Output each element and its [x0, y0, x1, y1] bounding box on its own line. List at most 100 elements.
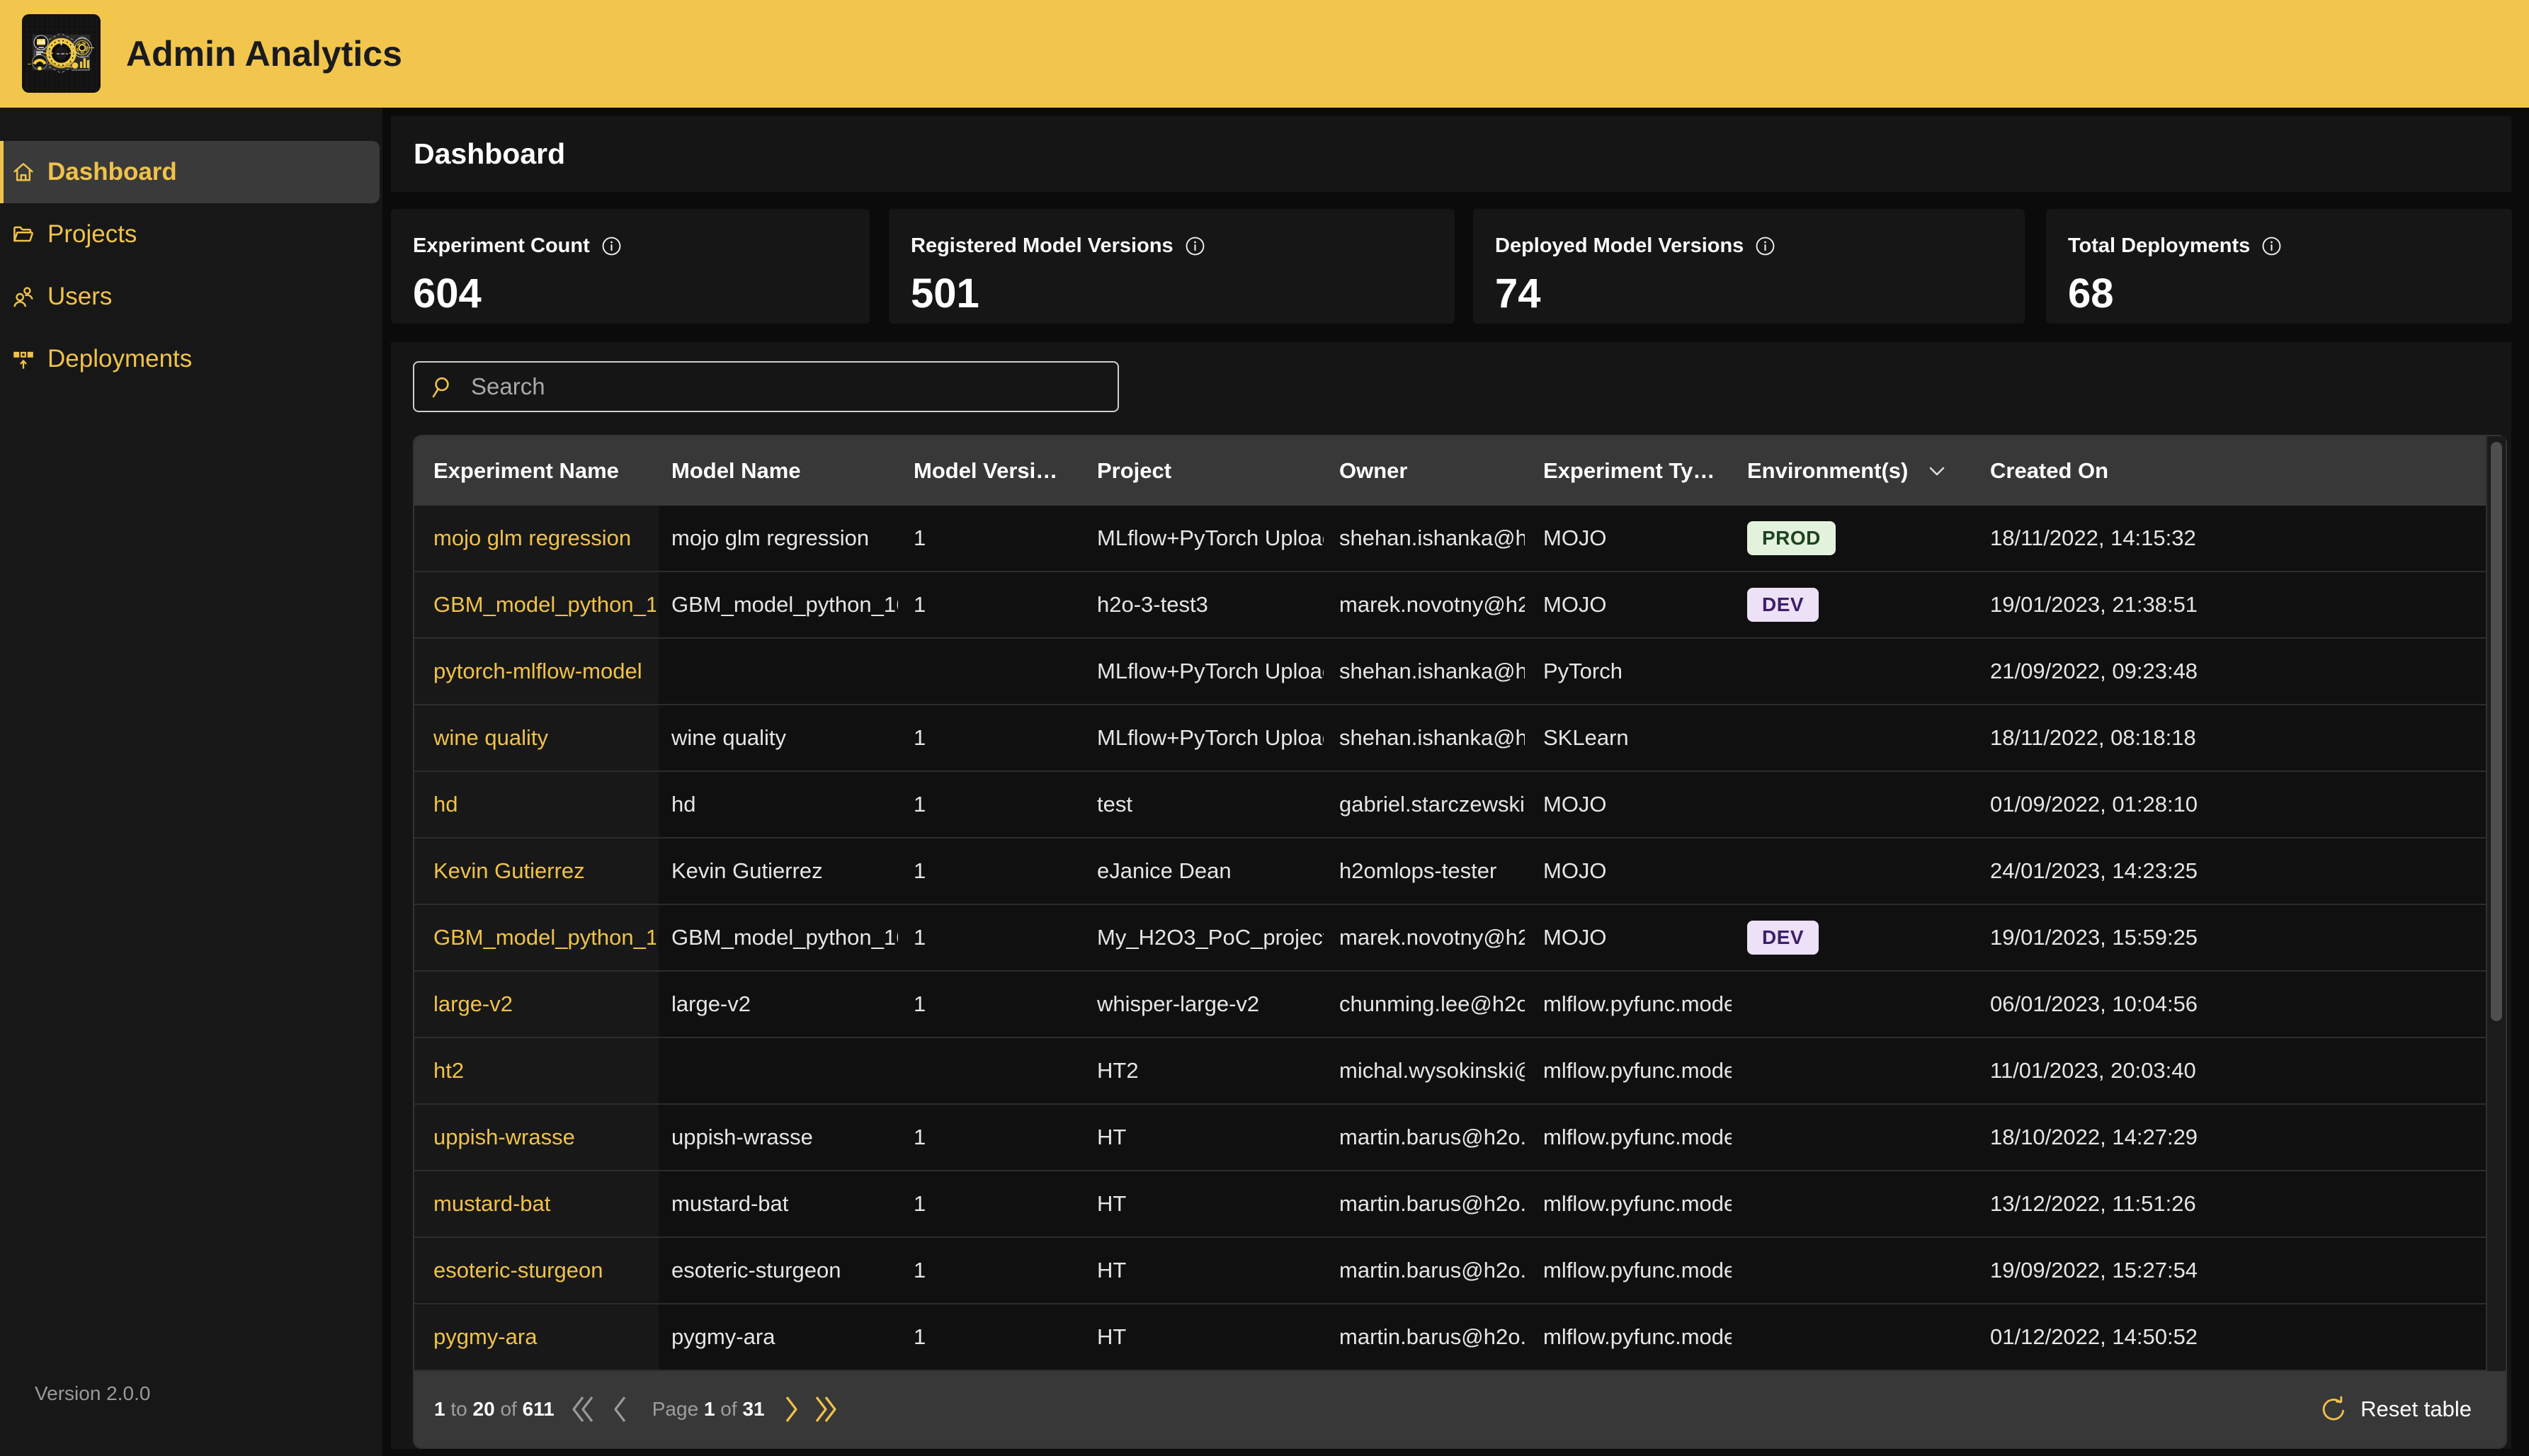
model-version-cell: 1 — [914, 525, 1097, 551]
experiment-name-link[interactable]: large-v2 — [433, 991, 671, 1017]
table-row: mustard-batmustard-bat1HTmartin.barus@h2… — [414, 1171, 2486, 1238]
info-icon[interactable] — [602, 237, 621, 256]
created-on-cell: 01/12/2022, 14:50:52 — [1990, 1324, 2486, 1350]
owner-cell: shehan.ishanka@h2o.ai — [1339, 525, 1543, 551]
model-version-cell: 1 — [914, 858, 1097, 884]
environments-cell: PROD — [1747, 521, 1990, 555]
previous-page-button[interactable] — [613, 1393, 627, 1426]
stat-card-registered-model-versions: Registered Model Versions501 — [889, 209, 1455, 324]
model-name-cell: hd — [671, 792, 914, 817]
next-page-button[interactable] — [785, 1393, 799, 1426]
owner-cell: michal.wysokinski@h2o.ai — [1339, 1058, 1543, 1084]
experiment-name-link[interactable]: hd — [433, 792, 671, 817]
last-page-button[interactable] — [814, 1393, 837, 1426]
sidebar-item-label: Dashboard — [47, 158, 177, 186]
environments-cell: DEV — [1747, 921, 1990, 955]
stat-card-deployed-model-versions: Deployed Model Versions74 — [1473, 209, 2025, 324]
owner-cell: gabriel.starczewski@h2o.ai — [1339, 792, 1543, 817]
column-header-project[interactable]: Project — [1097, 458, 1339, 484]
rows-range: 1 to 20 of 611 — [434, 1398, 555, 1421]
experiment-name-link[interactable]: ht2 — [433, 1058, 671, 1084]
sidebar: Dashboard Projects Users Deployments Versio… — [0, 108, 382, 1456]
table-row: large-v2large-v21whisper-large-v2chunmin… — [414, 972, 2486, 1038]
stat-label: Deployed Model Versions — [1495, 234, 2025, 258]
column-header-created-on[interactable]: Created On — [1990, 458, 2486, 484]
search-box[interactable] — [413, 361, 1119, 412]
experiment-name-link[interactable]: mojo glm regression — [433, 525, 671, 551]
experiment-name-link[interactable]: mustard-bat — [433, 1191, 671, 1217]
project-cell: eJanice Dean — [1097, 858, 1339, 884]
stat-value: 68 — [2068, 270, 2512, 317]
experiment-name-link[interactable]: Kevin Gutierrez — [433, 858, 671, 884]
stat-label: Total Deployments — [2068, 234, 2512, 258]
app-title: Admin Analytics — [126, 0, 402, 108]
project-cell: HT — [1097, 1258, 1339, 1283]
stat-label-text: Registered Model Versions — [911, 234, 1173, 258]
experiment-name-link[interactable]: pygmy-ara — [433, 1324, 671, 1350]
experiment-type-cell: mlflow.pyfunc.model — [1543, 1058, 1747, 1084]
column-header-model-versi[interactable]: Model Versi… — [914, 458, 1097, 484]
app-logo — [22, 14, 101, 93]
model-name-cell: mojo glm regression — [671, 525, 914, 551]
owner-cell: martin.barus@h2o.ai — [1339, 1258, 1543, 1283]
reset-table-button[interactable]: Reset table — [2319, 1395, 2472, 1423]
model-version-cell: 1 — [914, 1191, 1097, 1217]
owner-cell: h2omlops-tester — [1339, 858, 1543, 884]
info-icon[interactable] — [2262, 237, 2281, 256]
experiment-name-link[interactable]: esoteric-sturgeon — [433, 1258, 671, 1283]
experiment-type-cell: MOJO — [1543, 525, 1747, 551]
model-version-cell: 1 — [914, 592, 1097, 618]
sidebar-item-users[interactable]: Users — [0, 266, 380, 328]
created-on-cell: 19/01/2023, 15:59:25 — [1990, 925, 2486, 950]
users-icon — [13, 286, 34, 307]
experiment-type-cell: MOJO — [1543, 792, 1747, 817]
table-body: mojo glm regressionmojo glm regression1M… — [414, 506, 2486, 1371]
model-name-cell: GBM_model_python_1674 — [671, 925, 914, 950]
column-header-owner[interactable]: Owner — [1339, 458, 1543, 484]
stat-label-text: Total Deployments — [2068, 234, 2250, 258]
column-header-model-name[interactable]: Model Name — [671, 458, 914, 484]
stat-value: 604 — [413, 270, 870, 317]
project-cell: MLflow+PyTorch Upload test — [1097, 525, 1339, 551]
experiment-name-link[interactable]: uppish-wrasse — [433, 1125, 671, 1150]
model-name-cell: wine quality — [671, 725, 914, 751]
table-row: Kevin GutierrezKevin Gutierrez1eJanice D… — [414, 838, 2486, 905]
table-row: pygmy-arapygmy-ara1HTmartin.barus@h2o.ai… — [414, 1304, 2486, 1371]
table-header: Experiment NameModel NameModel Versi…Pro… — [414, 436, 2486, 506]
table-row: mojo glm regressionmojo glm regression1M… — [414, 506, 2486, 572]
sidebar-item-deployments[interactable]: Deployments — [0, 328, 380, 390]
info-icon[interactable] — [1756, 237, 1775, 256]
sidebar-item-label: Users — [47, 283, 112, 311]
experiment-name-link[interactable]: pytorch-mlflow-model — [433, 659, 671, 684]
table-row: hdhd1testgabriel.starczewski@h2o.aiMOJO0… — [414, 772, 2486, 838]
environment-badge-prod: PROD — [1747, 521, 1836, 555]
experiment-type-cell: mlflow.pyfunc.model — [1543, 1191, 1747, 1217]
search-input[interactable] — [471, 373, 1094, 400]
sidebar-item-dashboard[interactable]: Dashboard — [0, 141, 380, 203]
owner-cell: martin.barus@h2o.ai — [1339, 1191, 1543, 1217]
info-icon[interactable] — [1186, 237, 1205, 256]
experiment-type-cell: MOJO — [1543, 592, 1747, 618]
experiment-name-link[interactable]: GBM_model_python_1674 — [433, 592, 671, 618]
app-version: Version 2.0.0 — [35, 1382, 150, 1405]
scrollbar-thumb[interactable] — [2491, 442, 2502, 1021]
experiment-name-link[interactable]: GBM_model_python_1674 — [433, 925, 671, 950]
experiment-type-cell: mlflow.pyfunc.model — [1543, 1258, 1747, 1283]
experiment-type-cell: mlflow.pyfunc.model — [1543, 991, 1747, 1017]
column-header-environment(s)[interactable]: Environment(s) — [1747, 458, 1990, 484]
first-page-button[interactable] — [572, 1393, 594, 1426]
chevron-down-icon[interactable] — [1926, 460, 1948, 482]
model-name-cell: pygmy-ara — [671, 1324, 914, 1350]
created-on-cell: 24/01/2023, 14:23:25 — [1990, 858, 2486, 884]
sidebar-item-projects[interactable]: Projects — [0, 203, 380, 266]
created-on-cell: 01/09/2022, 01:28:10 — [1990, 792, 2486, 817]
experiment-type-cell: MOJO — [1543, 858, 1747, 884]
table-scrollbar[interactable] — [2486, 436, 2506, 1371]
column-header-experiment-ty[interactable]: Experiment Ty… — [1543, 458, 1747, 484]
experiment-type-cell: mlflow.pyfunc.model — [1543, 1324, 1747, 1350]
table-footer: 1 to 20 of 611Page 1 of 31Reset table — [414, 1371, 2506, 1448]
project-cell: h2o-3-test3 — [1097, 592, 1339, 618]
column-header-experiment-name[interactable]: Experiment Name — [433, 458, 671, 484]
page-title: Dashboard — [414, 137, 565, 171]
experiment-name-link[interactable]: wine quality — [433, 725, 671, 751]
